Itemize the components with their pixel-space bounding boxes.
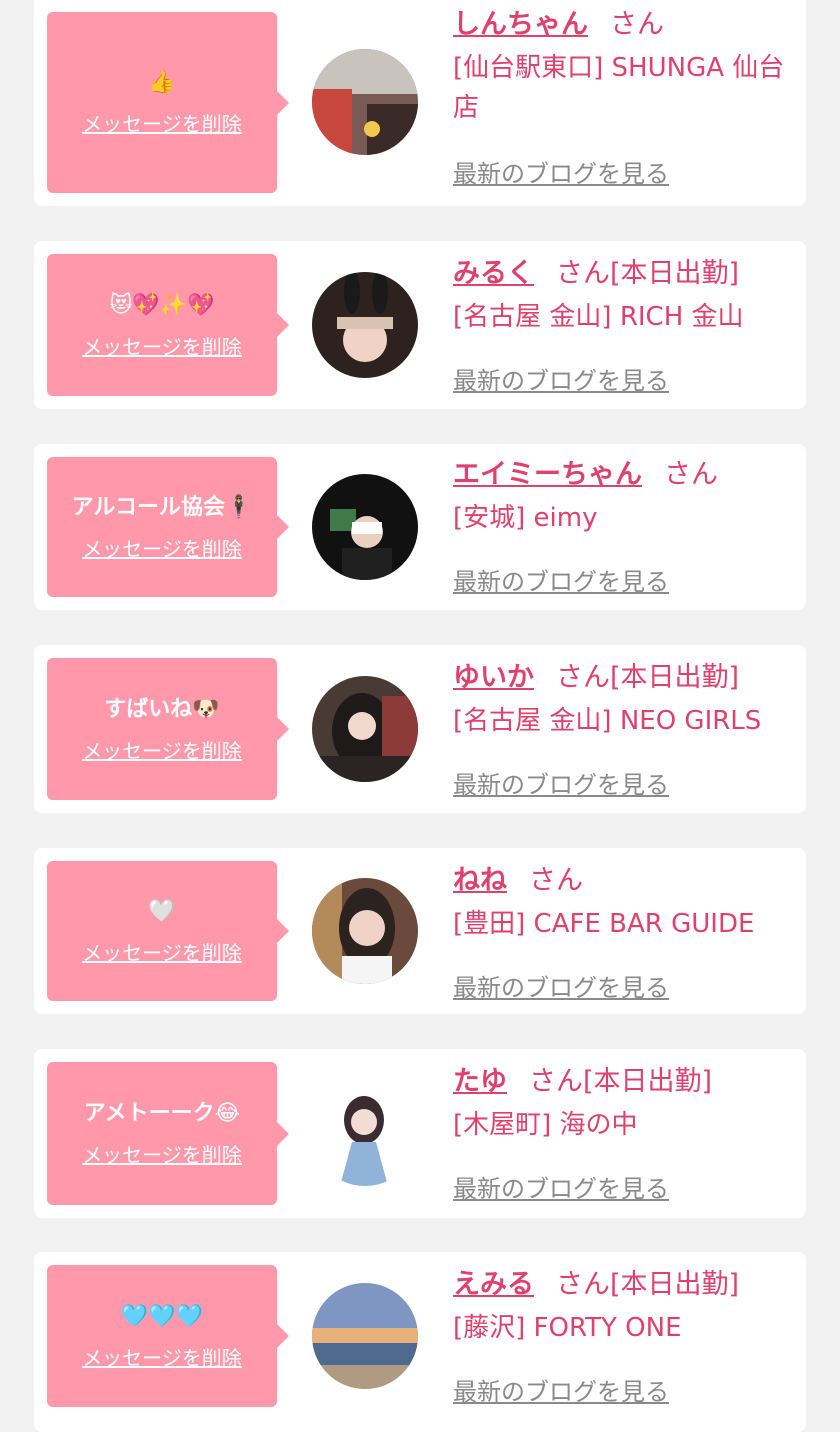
latest-blog-link[interactable]: 最新のブログを見る [453, 1372, 669, 1407]
working-today-badge: [本日出勤] [583, 1066, 713, 1097]
message-text: すばいね🐶 [104, 696, 220, 722]
message-bubble: 🤍 メッセージを削除 [47, 861, 289, 1001]
shop-info: みるく さん[本日出勤] [名古屋 金山] RICH 金山 最新のブログを見る [453, 257, 793, 395]
message-text: 🤍 [148, 898, 176, 924]
working-today-badge: [本日出勤] [610, 258, 740, 289]
latest-blog-link[interactable]: 最新のブログを見る [453, 765, 669, 800]
avatar-photo-icon [312, 676, 418, 782]
latest-blog-link[interactable]: 最新のブログを見る [453, 1169, 669, 1204]
latest-blog-link[interactable]: 最新のブログを見る [453, 361, 669, 396]
message-card: 🩵🩵🩵 メッセージを削除 えみる さん[本日出勤] [藤沢] FORTY ONE … [34, 1252, 806, 1432]
message-card: アルコール協会🕴 メッセージを削除 エイミーちゃん さん [安城] eimy 最新… [34, 444, 806, 610]
shop-info: たゆ さん[本日出勤] [木屋町] 海の中 最新のブログを見る [453, 1065, 793, 1203]
girl-name-link[interactable]: たゆ [453, 1066, 507, 1097]
shop-info: しんちゃん さん [仙台駅東口] SHUNGA 仙台店 最新のブログを見る [453, 8, 793, 188]
delete-message-link[interactable]: メッセージを削除 [82, 331, 242, 360]
girl-name-link[interactable]: ねね [453, 865, 507, 896]
latest-blog-link[interactable]: 最新のブログを見る [453, 562, 669, 597]
san-label: さん [610, 9, 664, 40]
girl-name-link[interactable]: エイミーちゃん [453, 459, 642, 490]
avatar[interactable] [312, 676, 418, 782]
message-card: 😻💖✨💖 メッセージを削除 みるく さん[本日出勤] [名古屋 金山] RICH … [34, 241, 806, 409]
delete-message-link[interactable]: メッセージを削除 [82, 533, 242, 562]
girl-name-link[interactable]: えみる [453, 1269, 534, 1300]
working-today-badge: [本日出勤] [610, 662, 740, 693]
san-label: さん [529, 865, 583, 896]
message-text: 🩵🩵🩵 [120, 1303, 204, 1329]
shop-name: [安城] eimy [453, 503, 598, 533]
avatar[interactable] [312, 878, 418, 984]
message-bubble: 🩵🩵🩵 メッセージを削除 [47, 1265, 289, 1407]
girl-name-link[interactable]: ゆいか [453, 662, 534, 693]
delete-message-link[interactable]: メッセージを削除 [82, 735, 242, 764]
shop-info: ゆいか さん[本日出勤] [名古屋 金山] NEO GIRLS 最新のブログを見る [453, 661, 793, 799]
shop-info: ねね さん [豊田] CAFE BAR GUIDE 最新のブログを見る [453, 864, 793, 1002]
message-card: アメトーーク😂 メッセージを削除 たゆ さん[本日出勤] [木屋町] 海の中 最新… [34, 1049, 806, 1218]
avatar[interactable] [312, 272, 418, 378]
delete-message-link[interactable]: メッセージを削除 [82, 108, 242, 137]
avatar-photo-icon [312, 49, 418, 155]
san-label: さん [556, 258, 610, 289]
avatar-photo-icon [312, 1283, 418, 1389]
avatar-photo-icon [312, 272, 418, 378]
san-label: さん [556, 1269, 610, 1300]
message-bubble: アルコール協会🕴 メッセージを削除 [47, 457, 289, 597]
san-label: さん [529, 1066, 583, 1097]
working-today-badge: [本日出勤] [610, 1269, 740, 1300]
shop-name: [木屋町] 海の中 [453, 1110, 638, 1140]
avatar[interactable] [312, 474, 418, 580]
delete-message-link[interactable]: メッセージを削除 [82, 937, 242, 966]
shop-name: [豊田] CAFE BAR GUIDE [453, 909, 755, 939]
delete-message-link[interactable]: メッセージを削除 [82, 1342, 242, 1371]
message-text: アメトーーク😂 [83, 1101, 241, 1126]
girl-name-link[interactable]: しんちゃん [453, 9, 588, 40]
avatar[interactable] [312, 1080, 418, 1186]
message-card: 👍 メッセージを削除 しんちゃん さん [仙台駅東口] SHUNGA 仙台店 最新… [34, 0, 806, 206]
message-bubble: 😻💖✨💖 メッセージを削除 [47, 254, 289, 396]
shop-info: えみる さん[本日出勤] [藤沢] FORTY ONE 最新のブログを見る [453, 1268, 793, 1406]
avatar-photo-icon [312, 1080, 418, 1186]
shop-name: [藤沢] FORTY ONE [453, 1313, 682, 1343]
message-text: アルコール協会🕴 [71, 494, 253, 520]
message-text: 😻💖✨💖 [109, 292, 215, 318]
delete-message-link[interactable]: メッセージを削除 [82, 1139, 242, 1168]
shop-name: [名古屋 金山] RICH 金山 [453, 302, 744, 332]
shop-info: エイミーちゃん さん [安城] eimy 最新のブログを見る [453, 458, 793, 596]
shop-name: [名古屋 金山] NEO GIRLS [453, 706, 762, 736]
girl-name-link[interactable]: みるく [453, 258, 534, 289]
avatar[interactable] [312, 1283, 418, 1389]
message-bubble: 👍 メッセージを削除 [47, 12, 289, 193]
san-label: さん [556, 662, 610, 693]
avatar[interactable] [312, 49, 418, 155]
avatar-photo-icon [312, 878, 418, 984]
latest-blog-link[interactable]: 最新のブログを見る [453, 154, 669, 189]
avatar-photo-icon [312, 474, 418, 580]
message-card: すばいね🐶 メッセージを削除 ゆいか さん[本日出勤] [名古屋 金山] NEO … [34, 645, 806, 813]
message-bubble: アメトーーク😂 メッセージを削除 [47, 1062, 289, 1205]
san-label: さん [664, 459, 718, 490]
message-bubble: すばいね🐶 メッセージを削除 [47, 658, 289, 800]
message-card: 🤍 メッセージを削除 ねね さん [豊田] CAFE BAR GUIDE 最新のブ… [34, 848, 806, 1014]
latest-blog-link[interactable]: 最新のブログを見る [453, 968, 669, 1003]
message-text: 👍 [148, 70, 176, 95]
shop-name: [仙台駅東口] SHUNGA 仙台店 [453, 53, 785, 123]
